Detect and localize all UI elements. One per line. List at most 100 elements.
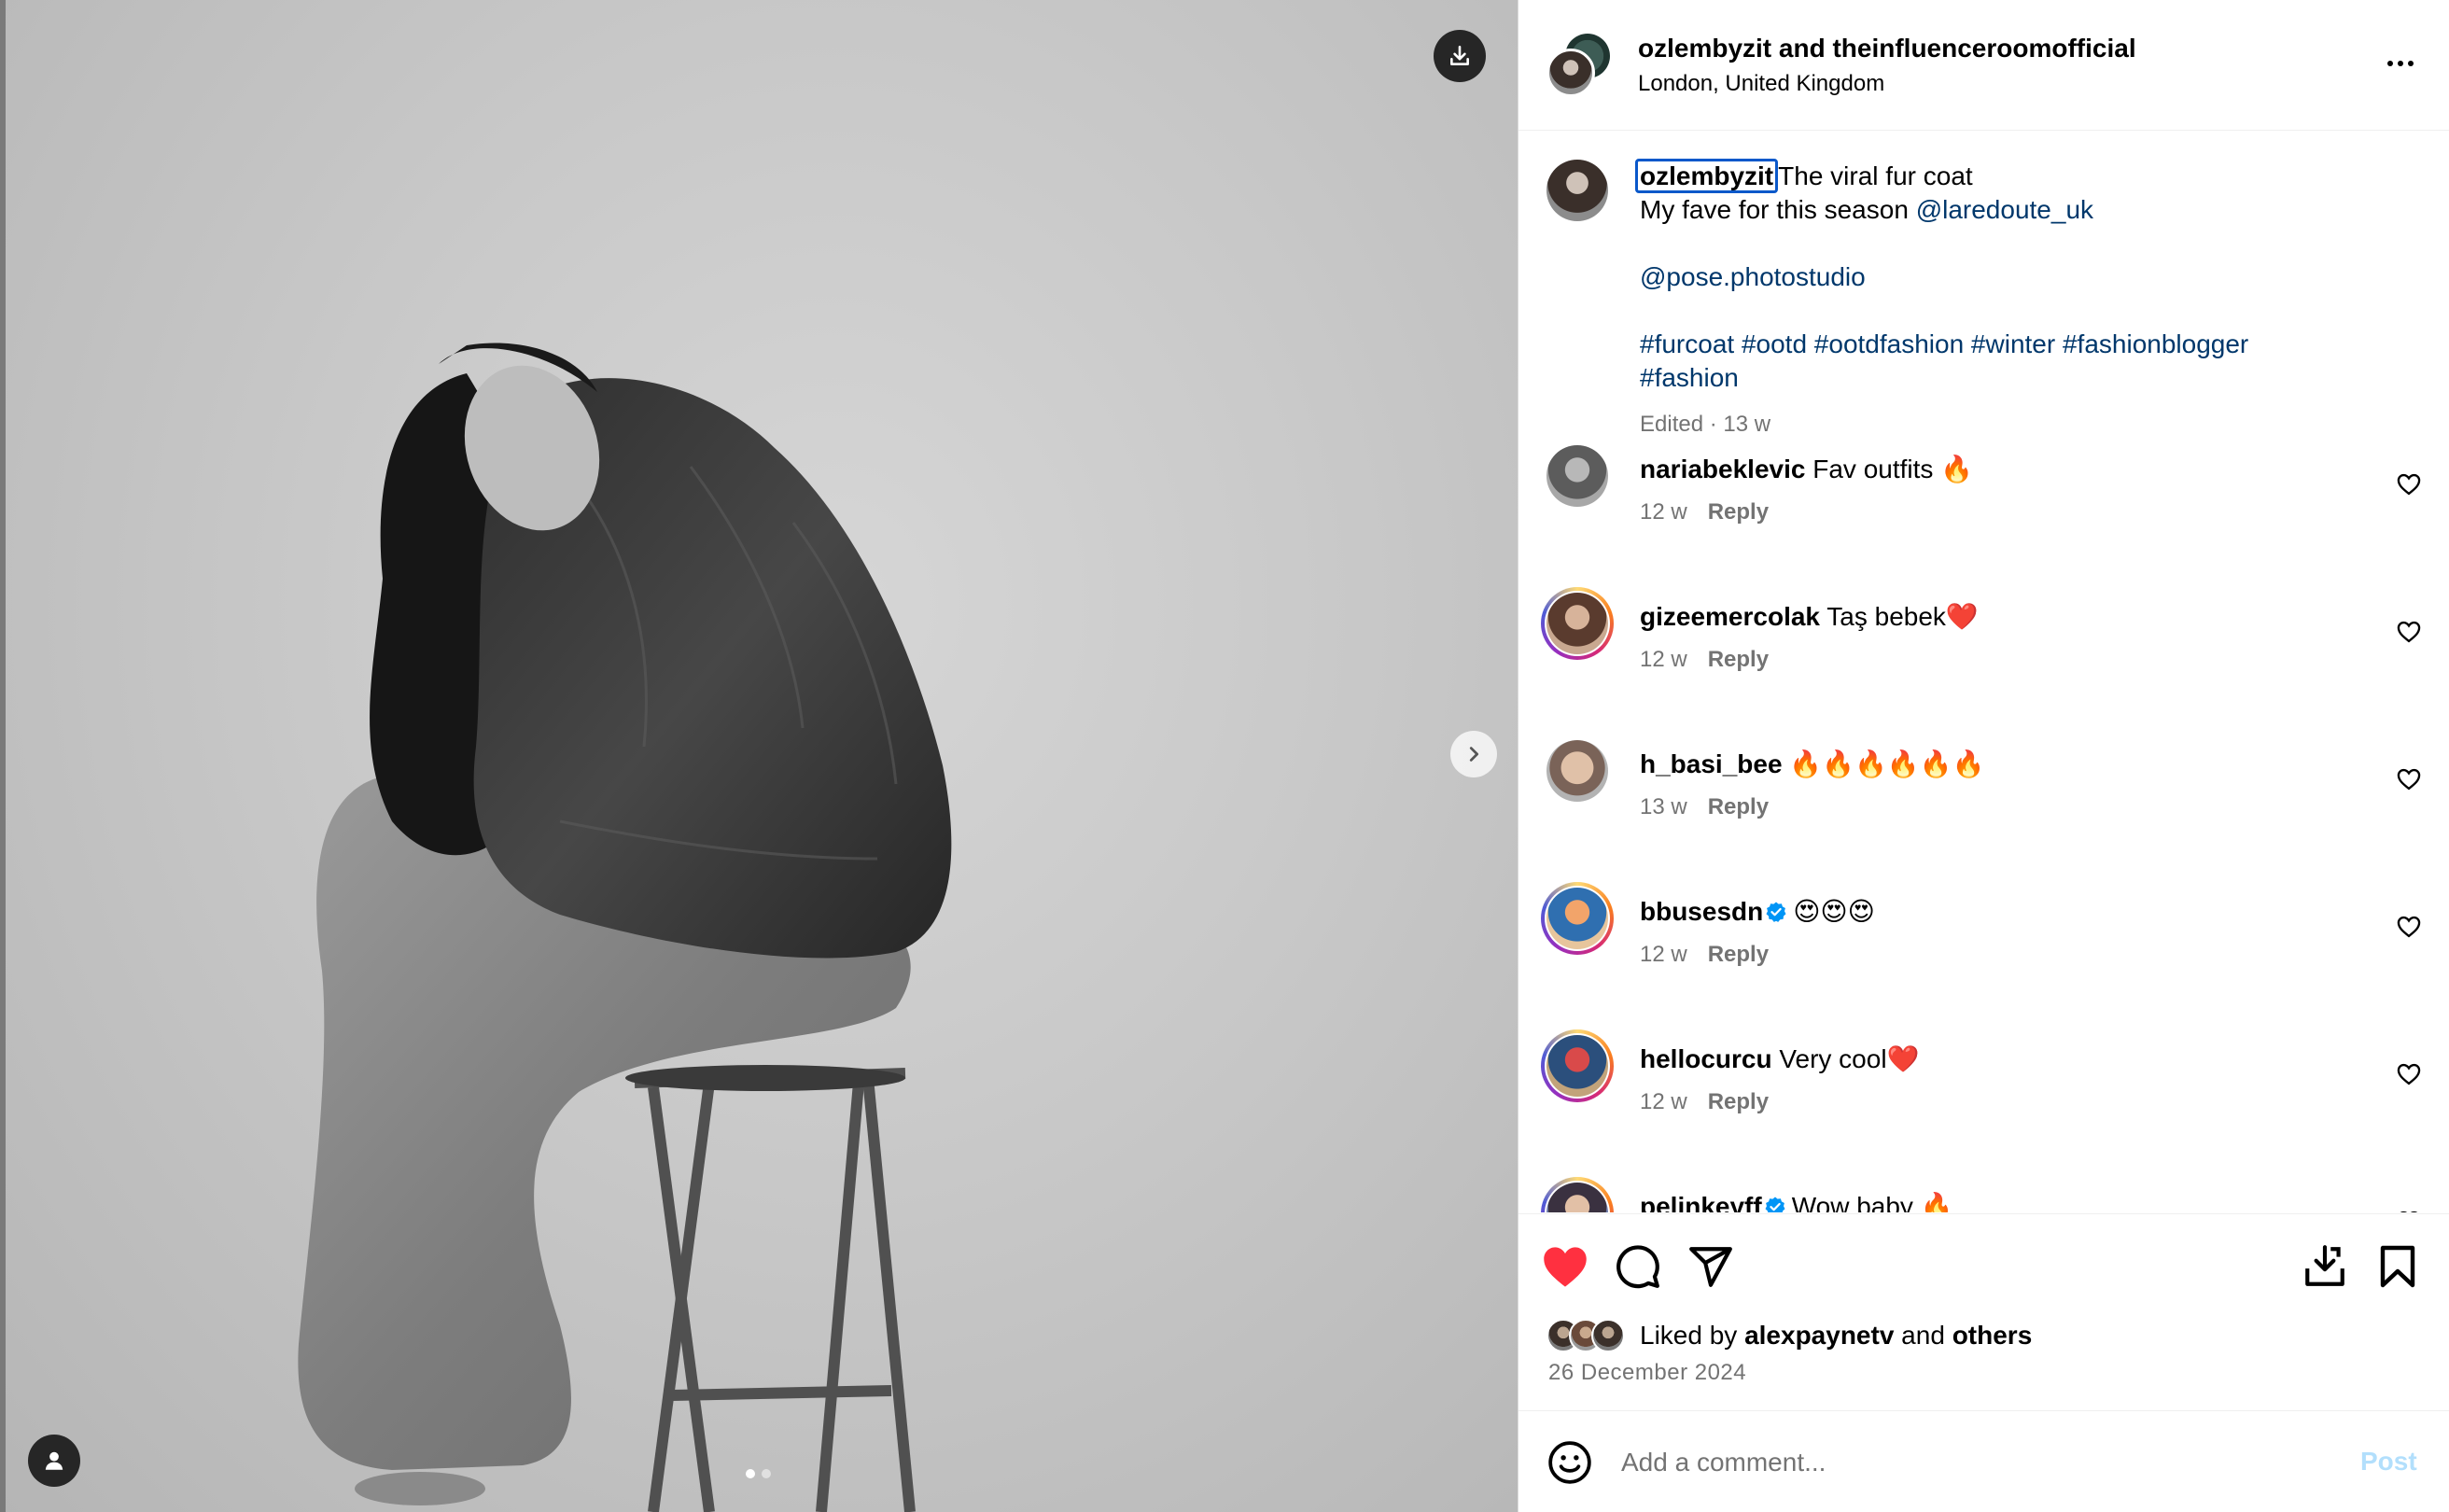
comment-like-button[interactable] bbox=[2396, 1061, 2422, 1087]
comment-body: 😍😍😍 bbox=[1793, 897, 1875, 926]
tagged-users-button[interactable] bbox=[28, 1435, 80, 1487]
reply-button[interactable]: Reply bbox=[1708, 499, 1769, 525]
like-button[interactable] bbox=[1539, 1240, 1591, 1293]
author-names[interactable]: ozlembyzit and theinfluenceroomofficial bbox=[1638, 34, 2136, 63]
dot bbox=[2398, 61, 2403, 66]
heart-outline-icon bbox=[2397, 473, 2421, 496]
comment-text: gizeemercolak Taş bebek❤️ bbox=[1640, 600, 1979, 634]
likes-prefix: Liked by bbox=[1640, 1321, 1745, 1350]
reply-button[interactable]: Reply bbox=[1708, 647, 1769, 672]
comment-like-button[interactable] bbox=[2396, 619, 2422, 645]
comment-row: bbusesdn 😍😍😍 12 w Reply bbox=[1518, 882, 2449, 1022]
liker-avatar[interactable] bbox=[1591, 1319, 1625, 1352]
carousel-dot-active bbox=[746, 1469, 755, 1478]
comment-body: Taş bebek❤️ bbox=[1826, 602, 1979, 631]
comment-meta: 12 w Reply bbox=[1640, 499, 1769, 525]
stool bbox=[634, 1068, 916, 1512]
liker-username[interactable]: alexpaynetv bbox=[1744, 1321, 1894, 1350]
reply-button[interactable]: Reply bbox=[1708, 794, 1769, 819]
verified-badge-icon bbox=[1765, 1197, 1785, 1212]
comment-text: nariabeklevic Fav outfits 🔥 bbox=[1640, 453, 1973, 486]
emoji-button[interactable] bbox=[1546, 1439, 1593, 1486]
download-button[interactable] bbox=[1434, 30, 1486, 82]
likes-middle: and bbox=[1894, 1321, 1952, 1350]
user-tag-icon bbox=[45, 1451, 63, 1470]
reply-button[interactable]: Reply bbox=[1708, 1089, 1769, 1114]
bookmark-button[interactable] bbox=[2372, 1240, 2424, 1293]
comment-input[interactable] bbox=[1621, 1439, 2293, 1486]
caption-line: My fave for this season bbox=[1640, 195, 1916, 224]
story-ring[interactable] bbox=[1541, 587, 1614, 660]
bookmark-icon bbox=[2380, 1245, 2415, 1288]
caption-username[interactable]: ozlembyzit bbox=[1635, 159, 1779, 193]
comment-text: pelinkeyff Wow baby 🔥 bbox=[1640, 1190, 1953, 1212]
hashtag[interactable]: #fashion bbox=[1640, 363, 1739, 392]
post-location[interactable]: London, United Kingdom bbox=[1638, 71, 1884, 97]
mention-link[interactable]: @pose.photostudio bbox=[1640, 262, 1866, 291]
carousel-dot bbox=[762, 1469, 771, 1478]
post-comment-button[interactable]: Post bbox=[2360, 1447, 2417, 1477]
comment-time: 13 w bbox=[1640, 794, 1687, 819]
commenter-username[interactable]: h_basi_bee bbox=[1640, 749, 1783, 778]
reply-button[interactable]: Reply bbox=[1708, 942, 1769, 967]
author-avatar[interactable] bbox=[1546, 49, 1595, 97]
dot bbox=[2408, 61, 2414, 66]
carousel-next-button[interactable] bbox=[1450, 731, 1497, 777]
commenter-username[interactable]: hellocurcu bbox=[1640, 1044, 1772, 1073]
likes-summary: Liked by alexpaynetv and others bbox=[1546, 1317, 2032, 1354]
post-date: 26 December 2024 bbox=[1548, 1360, 1747, 1385]
share-icon bbox=[1689, 1247, 1732, 1287]
commenter-avatar[interactable] bbox=[1546, 888, 1608, 949]
post-media[interactable] bbox=[0, 0, 1518, 1512]
comment-text: hellocurcu Very cool❤️ bbox=[1640, 1043, 1919, 1076]
save-to-collection-icon bbox=[2305, 1245, 2344, 1286]
comment-body: 🔥🔥🔥🔥🔥🔥 bbox=[1789, 749, 1985, 778]
comments-list[interactable]: ozlembyzit The viral fur coat My fave for… bbox=[1518, 132, 2449, 1212]
comment-meta: 12 w Reply bbox=[1640, 1089, 1769, 1115]
comment-meta: 12 w Reply bbox=[1640, 647, 1769, 673]
comment-text: h_basi_bee 🔥🔥🔥🔥🔥🔥 bbox=[1640, 748, 1985, 781]
commenter-avatar[interactable] bbox=[1546, 1183, 1608, 1212]
save-to-collection-button[interactable] bbox=[2299, 1240, 2351, 1293]
comment-body: Very cool❤️ bbox=[1779, 1044, 1920, 1073]
commenter-username[interactable]: bbusesdn bbox=[1640, 897, 1763, 926]
caption-avatar[interactable] bbox=[1546, 160, 1608, 221]
comment-row: nariabeklevic Fav outfits 🔥 12 w Reply bbox=[1518, 440, 2449, 580]
comment-time: 12 w bbox=[1640, 942, 1687, 967]
comment-button[interactable] bbox=[1612, 1240, 1664, 1293]
comment-body: Wow baby 🔥 bbox=[1791, 1192, 1953, 1212]
story-ring[interactable] bbox=[1541, 882, 1614, 955]
commenter-username[interactable]: nariabeklevic bbox=[1640, 455, 1805, 483]
comment-like-button[interactable] bbox=[2396, 766, 2422, 792]
story-ring[interactable] bbox=[1541, 1177, 1614, 1212]
comment-row: pelinkeyffWow baby 🔥12 wReply bbox=[1518, 1177, 2449, 1212]
hashtags[interactable]: #furcoat #ootd #ootdfashion #winter #fas… bbox=[1640, 329, 2248, 358]
commenter-avatar[interactable] bbox=[1546, 740, 1608, 802]
more-options-button[interactable] bbox=[2377, 47, 2424, 80]
heart-outline-icon bbox=[2397, 768, 2421, 791]
post-photo bbox=[298, 343, 952, 1512]
comment-text: bbusesdn 😍😍😍 bbox=[1640, 895, 1875, 929]
comment-like-button[interactable] bbox=[2396, 471, 2422, 497]
comment-like-button[interactable] bbox=[2396, 1209, 2422, 1212]
commenter-avatar[interactable] bbox=[1546, 1035, 1608, 1097]
carousel-indicator bbox=[746, 1469, 771, 1478]
comment-meta: 13 w Reply bbox=[1640, 794, 1769, 820]
mention-link[interactable]: @laredoute_uk bbox=[1916, 195, 2093, 224]
heart-outline-icon bbox=[2397, 916, 2421, 938]
download-icon bbox=[1450, 45, 1469, 65]
post-header: ozlembyzit and theinfluenceroomofficial … bbox=[1518, 0, 2449, 131]
commenter-username[interactable]: pelinkeyff bbox=[1640, 1192, 1762, 1212]
verified-badge-icon bbox=[1766, 902, 1786, 922]
share-button[interactable] bbox=[1685, 1240, 1737, 1293]
story-ring[interactable] bbox=[1541, 1029, 1614, 1102]
comment-time: 12 w bbox=[1640, 499, 1687, 525]
comment-row: hellocurcu Very cool❤️ 12 w Reply bbox=[1518, 1029, 2449, 1169]
commenter-avatar[interactable] bbox=[1546, 593, 1608, 654]
commenter-avatar[interactable] bbox=[1546, 445, 1608, 507]
chevron-right-icon bbox=[1469, 747, 1479, 762]
comment-like-button[interactable] bbox=[2396, 914, 2422, 940]
commenter-username[interactable]: gizeemercolak bbox=[1640, 602, 1820, 631]
likes-others-link[interactable]: others bbox=[1952, 1321, 2033, 1350]
comment-meta: 12 w Reply bbox=[1640, 942, 1769, 968]
